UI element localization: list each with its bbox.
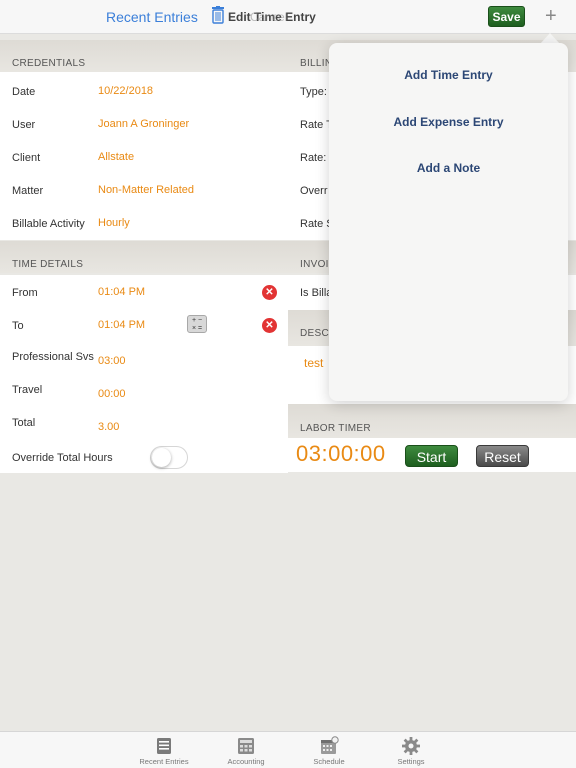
labor-timer-header: LABOR TIMER	[288, 404, 576, 438]
description-value[interactable]: test	[304, 356, 323, 370]
date-label: Date	[12, 86, 36, 98]
total-label: Total	[12, 417, 36, 429]
clear-from-icon[interactable]: ✕	[262, 285, 277, 300]
time-row-travel[interactable]: Travel 00:00	[0, 374, 288, 407]
time-details-panel: From 01:04 PM To 01:04 PM Professional S…	[0, 275, 288, 473]
trash-icon[interactable]	[211, 6, 225, 24]
travel-label: Travel	[12, 384, 43, 396]
billing-override-label: Overr	[300, 185, 328, 197]
matter-value[interactable]: Non-Matter Related	[98, 184, 194, 196]
calendar-icon	[321, 736, 339, 754]
credentials-panel: Date 10/22/2018 User Joann A Groninger C…	[0, 72, 288, 240]
time-row-override-total-hours: Override Total Hours	[0, 440, 288, 473]
override-total-hours-toggle[interactable]	[150, 446, 188, 469]
time-row-to[interactable]: To 01:04 PM	[0, 308, 288, 341]
is-billable-label: Is Billa	[300, 287, 333, 299]
user-value[interactable]: Joann A Groninger	[98, 118, 189, 130]
time-row-professional-svs[interactable]: Professional Svs 03:00	[0, 341, 288, 374]
tab-recent-entries-label: Recent Entries	[139, 757, 189, 766]
cancel-ghost-label[interactable]: Cancel	[250, 10, 287, 24]
save-button[interactable]: Save	[488, 6, 525, 27]
to-value[interactable]: 01:04 PM	[98, 319, 145, 331]
credentials-header: CREDENTIALS	[0, 40, 288, 72]
back-button-recent-entries[interactable]: Recent Entries	[106, 9, 198, 25]
add-menu-popover: Add Time Entry Add Expense Entry Add a N…	[329, 43, 568, 401]
to-label: To	[12, 320, 24, 332]
billable-activity-label: Billable Activity	[12, 218, 85, 230]
time-row-total: Total 3.00	[0, 407, 288, 440]
from-label: From	[12, 287, 38, 299]
credentials-row-billable-activity[interactable]: Billable Activity Hourly	[0, 204, 288, 237]
credentials-row-date[interactable]: Date 10/22/2018	[0, 72, 288, 105]
tab-schedule[interactable]: Schedule	[289, 732, 369, 768]
tab-schedule-label: Schedule	[313, 757, 345, 766]
credentials-row-user[interactable]: User Joann A Groninger	[0, 105, 288, 138]
total-value: 3.00	[98, 421, 120, 433]
calculator-glyph: + − × =	[191, 317, 203, 332]
tab-recent-entries[interactable]: Recent Entries	[124, 732, 204, 768]
tab-settings[interactable]: Settings	[371, 732, 451, 768]
tab-settings-label: Settings	[397, 757, 425, 766]
time-row-from[interactable]: From 01:04 PM	[0, 275, 288, 308]
tab-accounting[interactable]: Accounting	[206, 732, 286, 768]
navigation-bar: Recent Entries Edit Time Entry Cancel Sa…	[0, 0, 576, 34]
date-value[interactable]: 10/22/2018	[98, 85, 153, 97]
travel-value[interactable]: 00:00	[98, 388, 126, 400]
override-total-hours-label: Override Total Hours	[12, 452, 113, 464]
timer-start-button[interactable]: Start	[405, 445, 458, 467]
list-icon	[157, 738, 171, 754]
user-label: User	[12, 119, 36, 131]
labor-timer-display: 03:00:00	[296, 441, 386, 466]
menu-item-add-time-entry[interactable]: Add Time Entry	[329, 68, 568, 82]
billing-rate-type-label: Rate T	[300, 119, 333, 131]
calculator-icon[interactable]: + − × =	[187, 315, 207, 333]
calculator-icon	[238, 738, 254, 754]
menu-item-add-a-note[interactable]: Add a Note	[329, 161, 568, 175]
menu-item-add-expense-entry[interactable]: Add Expense Entry	[329, 115, 568, 129]
client-label: Client	[12, 152, 41, 164]
matter-label: Matter	[12, 185, 44, 197]
billing-rate-label: Rate:	[300, 152, 327, 164]
tab-bar: Recent Entries Accounting Schedule Setti…	[0, 731, 576, 768]
add-icon[interactable]: +	[545, 4, 557, 28]
gear-icon	[402, 737, 420, 755]
client-value[interactable]: Allstate	[98, 151, 134, 163]
credentials-row-client[interactable]: Client Allstate	[0, 138, 288, 171]
tab-accounting-label: Accounting	[227, 757, 265, 766]
time-details-header: TIME DETAILS	[0, 241, 288, 273]
professional-svs-value[interactable]: 03:00	[98, 355, 126, 367]
billing-type-label: Type:	[300, 86, 327, 98]
credentials-row-matter[interactable]: Matter Non-Matter Related	[0, 171, 288, 204]
clear-to-icon[interactable]: ✕	[262, 318, 277, 333]
from-value[interactable]: 01:04 PM	[98, 286, 145, 298]
billable-activity-value[interactable]: Hourly	[98, 217, 130, 229]
timer-reset-button[interactable]: Reset	[476, 445, 529, 467]
professional-svs-label: Professional Svs	[12, 351, 94, 363]
